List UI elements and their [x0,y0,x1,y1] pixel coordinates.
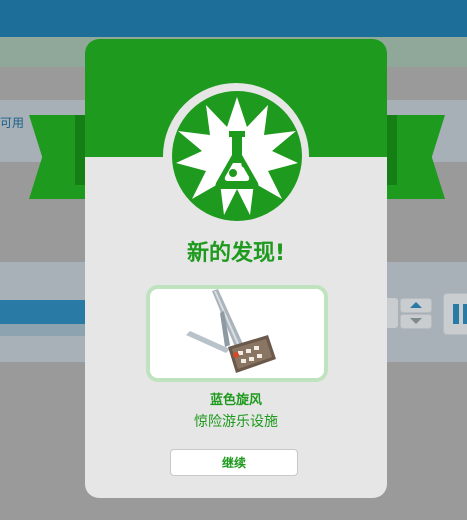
background-bar [0,324,90,336]
dialog-title: 新的发现! [186,241,286,266]
background-blue-bar [0,300,90,324]
ride-image-card [146,285,328,382]
continue-button[interactable]: 继续 [170,449,298,476]
background-top-bar [0,0,467,37]
discovery-dialog: 新的发现! 蓝色旋风 惊险游乐设施 继续 [85,39,387,498]
pause-icon [443,293,467,335]
stepper-down-icon [400,314,432,329]
ride-image [150,289,324,378]
flask-icon [172,91,302,221]
stepper-up-icon [400,298,432,313]
background-text: 可用 [0,116,25,130]
item-name: 蓝色旋风 [209,393,262,408]
item-type: 惊险游乐设施 [194,414,278,430]
